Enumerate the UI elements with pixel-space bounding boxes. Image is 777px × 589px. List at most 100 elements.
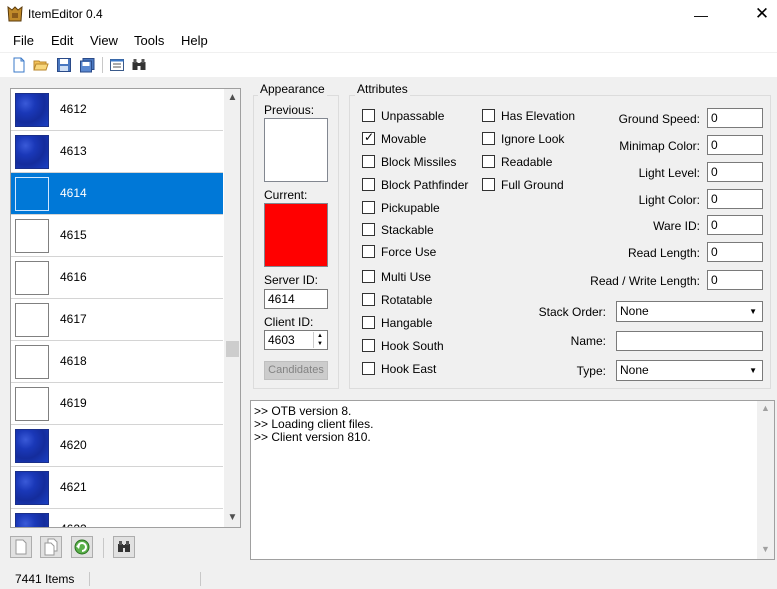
reload-icon (74, 539, 90, 555)
status-bar: 7441 Items (0, 569, 777, 589)
force-use-checkbox[interactable] (362, 245, 375, 258)
new-item-button[interactable] (10, 536, 32, 558)
minimize-button[interactable]: — (686, 2, 716, 28)
stepper-down-icon[interactable]: ▼ (313, 340, 326, 348)
item-thumbnail (15, 93, 49, 127)
find-icon[interactable] (131, 57, 147, 73)
item-thumbnail (15, 219, 49, 253)
reload-item-button[interactable] (71, 536, 93, 558)
scroll-up-icon[interactable]: ▲ (757, 403, 774, 413)
save-as-icon[interactable] (79, 57, 95, 73)
item-list-scrollbar[interactable]: ▲ ▼ (224, 89, 240, 527)
log-scrollbar[interactable]: ▲ ▼ (757, 401, 774, 559)
duplicate-item-button[interactable] (40, 536, 62, 558)
list-item[interactable]: 4621 (11, 467, 223, 509)
read-write-length-field[interactable]: 0 (707, 270, 763, 290)
item-thumbnail (15, 261, 49, 295)
ground-speed-field[interactable]: 0 (707, 108, 763, 128)
item-thumbnail (15, 303, 49, 337)
item-thumbnail (15, 177, 49, 211)
hangable-checkbox[interactable] (362, 316, 375, 329)
chevron-down-icon: ▼ (749, 366, 757, 375)
pickupable-checkbox[interactable] (362, 201, 375, 214)
unpassable-label: Unpassable (381, 109, 445, 123)
scroll-up-icon[interactable]: ▲ (224, 91, 240, 105)
type-value: None (620, 363, 649, 377)
list-item[interactable]: 4618 (11, 341, 223, 383)
light-level-field[interactable]: 0 (707, 162, 763, 182)
list-item[interactable]: 4620 (11, 425, 223, 467)
movable-checkbox[interactable]: ✓ (362, 130, 375, 145)
list-item[interactable]: 4622 (11, 509, 223, 527)
client-id-stepper[interactable]: 4603 ▲ ▼ (264, 330, 328, 350)
stack-order-value: None (620, 304, 649, 318)
ignore-look-checkbox[interactable] (482, 132, 495, 145)
minimap-color-field[interactable]: 0 (707, 135, 763, 155)
rotatable-label: Rotatable (381, 293, 433, 307)
toolbar (0, 53, 777, 77)
candidates-button[interactable]: Candidates (264, 361, 328, 380)
item-list[interactable]: 4612 4613 4614 4615 4616 4617 4618 4619 … (10, 88, 241, 528)
readable-checkbox[interactable] (482, 155, 495, 168)
menu-tools[interactable]: Tools (134, 33, 164, 48)
menu-view[interactable]: View (90, 33, 118, 48)
name-field[interactable] (616, 331, 763, 351)
server-id-field[interactable]: 4614 (264, 289, 328, 309)
toolbar-separator (102, 57, 103, 73)
ignore-look-label: Ignore Look (501, 132, 565, 146)
stack-order-label: Stack Order: (538, 305, 606, 319)
appearance-title: Appearance (258, 82, 327, 96)
menu-file[interactable]: File (13, 33, 34, 48)
rotatable-checkbox[interactable] (362, 293, 375, 306)
light-color-field[interactable]: 0 (707, 189, 763, 209)
list-item[interactable]: 4615 (11, 215, 223, 257)
force-use-label: Force Use (381, 245, 437, 259)
stepper-up-icon[interactable]: ▲ (313, 332, 326, 340)
client-id-value: 4603 (268, 333, 295, 347)
scroll-thumb[interactable] (226, 341, 239, 357)
menu-edit[interactable]: Edit (51, 33, 73, 48)
list-item[interactable]: 4616 (11, 257, 223, 299)
hook-south-checkbox[interactable] (362, 339, 375, 352)
hook-east-checkbox[interactable] (362, 362, 375, 375)
menu-help[interactable]: Help (181, 33, 208, 48)
save-icon[interactable] (56, 57, 72, 73)
type-dropdown[interactable]: None ▼ (616, 360, 763, 381)
block-pathfinder-checkbox[interactable] (362, 178, 375, 191)
find-item-button[interactable] (113, 536, 135, 558)
new-item-icon (15, 539, 27, 555)
open-folder-icon[interactable] (33, 57, 49, 73)
output-log[interactable]: >> OTB version 8. >> Loading client file… (250, 400, 775, 560)
stack-order-dropdown[interactable]: None ▼ (616, 301, 763, 322)
item-id: 4613 (60, 144, 87, 158)
list-item[interactable]: 4613 (11, 131, 223, 173)
log-line: >> Client version 810. (254, 430, 371, 444)
properties-icon[interactable] (109, 57, 125, 73)
list-item[interactable]: 4612 (11, 89, 223, 131)
item-id: 4614 (60, 186, 87, 200)
block-missiles-checkbox[interactable] (362, 155, 375, 168)
type-label: Type: (576, 364, 606, 378)
block-missiles-label: Block Missiles (381, 155, 457, 169)
read-length-label: Read Length: (627, 246, 700, 260)
list-item[interactable]: 4619 (11, 383, 223, 425)
has-elevation-checkbox[interactable] (482, 109, 495, 122)
list-item-selected[interactable]: 4614 (11, 173, 223, 215)
scroll-down-icon[interactable]: ▼ (757, 544, 774, 554)
hook-east-label: Hook East (381, 362, 437, 376)
item-id: 4620 (60, 438, 87, 452)
scroll-down-icon[interactable]: ▼ (224, 511, 240, 525)
readable-label: Readable (501, 155, 553, 169)
ware-id-field[interactable]: 0 (707, 215, 763, 235)
new-file-icon[interactable] (11, 57, 27, 73)
unpassable-checkbox[interactable] (362, 109, 375, 122)
read-length-field[interactable]: 0 (707, 242, 763, 262)
stackable-checkbox[interactable] (362, 223, 375, 236)
previous-sprite (264, 118, 328, 182)
close-button[interactable]: ✕ (748, 2, 776, 28)
item-id: 4618 (60, 354, 87, 368)
list-item[interactable]: 4617 (11, 299, 223, 341)
item-thumbnail (15, 513, 49, 527)
multi-use-checkbox[interactable] (362, 270, 375, 283)
full-ground-checkbox[interactable] (482, 178, 495, 191)
